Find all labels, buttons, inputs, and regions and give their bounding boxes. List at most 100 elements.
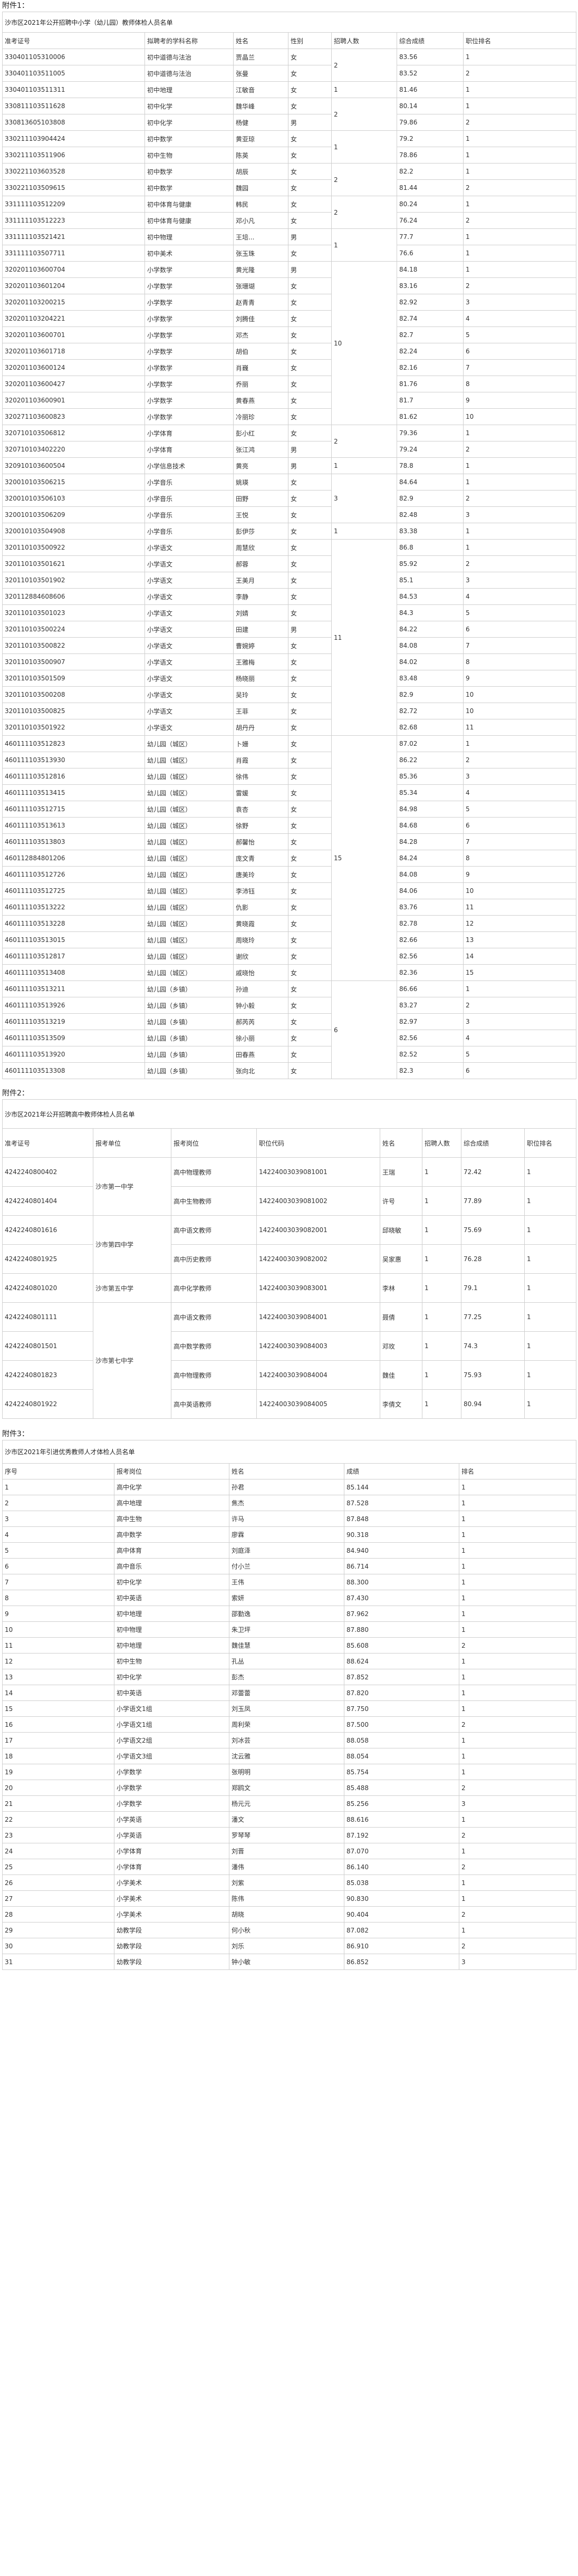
table-cell: 1 — [463, 98, 577, 114]
table-cell: 79.1 — [461, 1273, 525, 1303]
table-cell: 仇影 — [233, 899, 288, 916]
table-cell: 1 — [422, 1302, 461, 1332]
column-header: 职位排名 — [463, 32, 577, 49]
table-cell: 初中化学 — [114, 1669, 229, 1685]
table-cell: 魏华峰 — [233, 98, 288, 114]
table-cell: 初中道德与法治 — [144, 49, 234, 65]
table-cell-quota: 1 — [331, 130, 397, 164]
table-cell: 2 — [463, 277, 577, 294]
table-cell: 1 — [463, 130, 577, 147]
table-cell: 高中数学 — [114, 1526, 229, 1543]
table-cell: 22 — [2, 1811, 114, 1828]
table-cell: 孔丛 — [229, 1653, 344, 1669]
table-cell: 胡辰 — [233, 163, 288, 180]
table-cell: 高中语文教师 — [171, 1302, 257, 1332]
table-cell: 320710103506812 — [2, 425, 145, 441]
table-cell: 高中语文教师 — [171, 1215, 257, 1245]
table-row: 320201103204221 小学数学 刘腾佳女 82.74 4 — [2, 310, 577, 327]
table-cell: 11 — [463, 719, 577, 736]
table-cell: 84.28 — [397, 833, 464, 850]
table-cell: 女 — [288, 572, 332, 589]
table-cell: 87.430 — [344, 1590, 459, 1606]
table-row: 4242240801020 沙市第五中学 高中化学教师 142240030390830… — [2, 1273, 577, 1303]
table-cell: 81.76 — [397, 376, 464, 392]
table-cell: 79.2 — [397, 130, 464, 147]
table-cell: 女 — [288, 719, 332, 736]
table-cell: 彭伊莎 — [233, 523, 288, 540]
table-cell: 1 — [459, 1479, 576, 1495]
table-cell: 1 — [524, 1331, 577, 1361]
table-cell: 1 — [459, 1653, 576, 1669]
table-cell: 7 — [463, 833, 577, 850]
table-cell: 女 — [288, 539, 332, 556]
table-cell: 女 — [288, 326, 332, 343]
table-cell: 79.24 — [397, 441, 464, 458]
table-row: 460111103513613 幼儿园（城区） 徐野女 84.68 6 — [2, 817, 577, 834]
table-cell: 87.852 — [344, 1669, 459, 1685]
table-cell: 320710103402220 — [2, 441, 145, 458]
table-cell: 88.616 — [344, 1811, 459, 1828]
table-cell: 女 — [288, 866, 332, 883]
table-cell: 女 — [288, 817, 332, 834]
table-cell: 80.14 — [397, 98, 464, 114]
table-cell: 小学体育 — [144, 425, 234, 441]
table-cell: 14224003039084005 — [256, 1389, 380, 1419]
table-cell: 2 — [463, 212, 577, 229]
table-cell: 1 — [463, 425, 577, 441]
table-cell: 姚瑛 — [233, 474, 288, 491]
table-cell-quota: 6 — [331, 981, 397, 1079]
table-cell: 3 — [463, 768, 577, 785]
table-cell: 1 — [463, 981, 577, 997]
table-cell: 初中体育与健康 — [144, 196, 234, 213]
table-cell: 4 — [2, 1526, 114, 1543]
table-cell: 1 — [463, 228, 577, 245]
table-cell: 1 — [422, 1360, 461, 1390]
table-row: 3 高中生物 许马 87.848 1 — [2, 1511, 576, 1527]
table-cell: 女 — [288, 1013, 332, 1030]
table-cell: 76.28 — [461, 1244, 525, 1274]
table-cell: 320201103601718 — [2, 343, 145, 360]
table-cell: 330401103511005 — [2, 65, 145, 82]
table-cell: 83.52 — [397, 65, 464, 82]
table-cell: 1 — [459, 1542, 576, 1559]
table-cell: 14224003039084004 — [256, 1360, 380, 1390]
table-cell: 76.6 — [397, 245, 464, 262]
table-cell: 王培... — [233, 228, 288, 245]
table-row: 30 幼教学段 刘乐 86.910 2 — [2, 1938, 576, 1954]
table-row: 4242240801501 高中数学教师 14224003039084003 邓玫 1 7… — [2, 1331, 577, 1361]
table-cell: 320110103501902 — [2, 572, 145, 589]
table-cell: 10 — [463, 703, 577, 719]
table-cell: 85.34 — [397, 784, 464, 801]
table-cell: 320010103506103 — [2, 490, 145, 507]
table-cell: 许马 — [229, 1511, 344, 1527]
table-cell: 330211103904424 — [2, 130, 145, 147]
table-cell: 28 — [2, 1906, 114, 1923]
table-cell: 82.78 — [397, 915, 464, 932]
table-cell: 幼儿园（城区） — [144, 866, 234, 883]
table-cell: 小学音乐 — [144, 506, 234, 523]
table-cell: 女 — [288, 425, 332, 441]
table-cell: 廖霖 — [229, 1526, 344, 1543]
table-cell: 320201103601204 — [2, 277, 145, 294]
table-cell-quota: 1 — [331, 228, 397, 262]
table-cell: 田野 — [233, 490, 288, 507]
table-cell: 小学美术 — [114, 1906, 229, 1923]
table-cell: 80.94 — [461, 1389, 525, 1419]
table-cell: 小学语文 — [144, 604, 234, 621]
table-cell: 85.038 — [344, 1875, 459, 1891]
table-cell: 邓玫 — [380, 1331, 422, 1361]
table-cell: 460111103512725 — [2, 882, 145, 899]
table-cell: 1 — [524, 1157, 577, 1187]
table-row: 320710103402220 小学体育 张江鸿男 79.24 2 — [2, 441, 577, 458]
table-row: 9 初中地理 邵勤逸 87.962 1 — [2, 1606, 576, 1622]
table-cell: 85.488 — [344, 1780, 459, 1796]
table-cell: 小学数学 — [144, 326, 234, 343]
table-cell: 330221103603528 — [2, 163, 145, 180]
table-cell: 初中化学 — [114, 1574, 229, 1590]
table-cell: 11 — [463, 899, 577, 916]
table-cell: 幼儿园（城区） — [144, 768, 234, 785]
table-cell: 82.56 — [397, 1030, 464, 1046]
table-cell: 男 — [288, 261, 332, 278]
table-cell: 87.880 — [344, 1621, 459, 1638]
table-cell: 78.86 — [397, 147, 464, 164]
